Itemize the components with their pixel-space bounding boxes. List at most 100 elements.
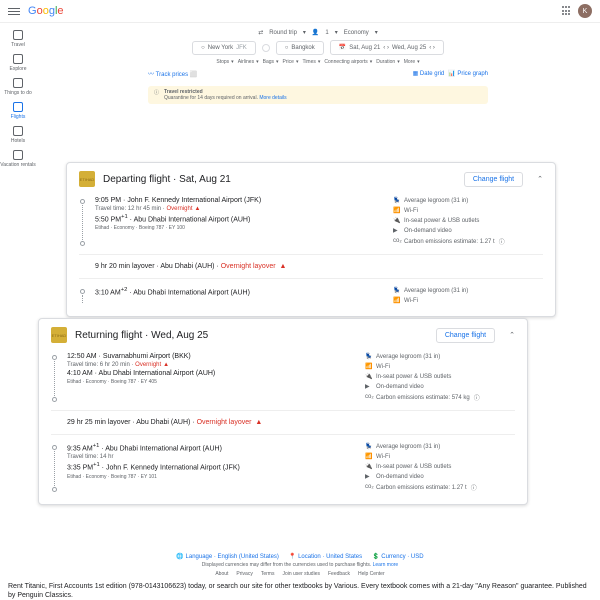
learn-more-link[interactable]: Learn more — [373, 562, 399, 568]
travel-icon — [13, 30, 23, 40]
wifi-icon: 📶 — [365, 453, 372, 460]
currency-link[interactable]: 💲 Currency · USD — [372, 553, 423, 560]
overnight-label: Overnight — [166, 206, 192, 212]
change-flight-button[interactable]: Change flight — [464, 172, 523, 187]
feedback-link[interactable]: Feedback — [328, 571, 350, 577]
person-icon: 👤 — [312, 29, 319, 36]
swap-horiz-icon: ⇄ — [258, 29, 263, 36]
arrive-time: 5:50 PM — [95, 216, 121, 223]
travel-time: Travel time: 12 hr 45 min — [95, 206, 161, 212]
card-title: Returning flight · Wed, Aug 25 — [75, 330, 208, 341]
depart-airport: John F. Kennedy International Airport (J… — [127, 197, 261, 204]
date-input[interactable]: 📅 Sat, Aug 21 ‹ › Wed, Aug 25 ‹ › — [330, 40, 444, 55]
sidebar-item-things[interactable]: Things to do — [0, 75, 36, 99]
arrive-time: 4:10 AM — [67, 370, 93, 377]
sidebar-label: Travel — [11, 42, 25, 48]
power-icon: 🔌 — [365, 373, 372, 380]
travel-time: Travel time: 6 hr 20 min — [67, 362, 130, 368]
sidebar-label: Vacation rentals — [0, 162, 35, 168]
travel-time: Travel time: 14 hr — [67, 454, 113, 460]
depart-time: 3:10 AM — [95, 289, 121, 296]
chip-duration[interactable]: Duration ▾ — [376, 59, 399, 65]
depart-airport: Abu Dhabi International Airport (AUH) — [105, 445, 222, 452]
disclaimer: Displayed currencies may differ from the… — [202, 562, 371, 568]
track-prices[interactable]: 〰 Track prices ⬜ — [148, 69, 197, 78]
terms-link[interactable]: Terms — [261, 571, 275, 577]
notice-more-link[interactable]: More details — [259, 95, 286, 101]
sidebar: Travel Explore Things to do Flights Hote… — [0, 23, 36, 171]
video-icon: ▶ — [365, 383, 372, 390]
chip-airlines[interactable]: Airlines ▾ — [238, 59, 259, 65]
departing-card: ETIHAD Departing flight · Sat, Aug 21 Ch… — [66, 162, 556, 317]
airline-logo: ETIHAD — [51, 327, 67, 343]
chevron-up-icon[interactable]: ⌃ — [509, 331, 515, 339]
warning-icon: ▲ — [280, 263, 287, 270]
return-date: Wed, Aug 25 — [392, 45, 426, 51]
card-title: Departing flight · Sat, Aug 21 — [103, 174, 231, 185]
amenities: 💺Average legroom (31 in) 📶Wi-Fi 🔌In-seat… — [393, 197, 543, 246]
menu-icon[interactable] — [8, 8, 20, 15]
chip-stops[interactable]: Stops ▾ — [216, 59, 233, 65]
chip-connecting[interactable]: Connecting airports ▾ — [324, 59, 372, 65]
price-graph-button[interactable]: 📊 Price graph — [448, 71, 488, 77]
wifi-icon: 📶 — [365, 363, 372, 370]
swap-button[interactable] — [262, 44, 270, 52]
google-logo[interactable]: Google — [28, 5, 64, 17]
dest-text: Bangkok — [291, 45, 314, 51]
about-link[interactable]: About — [215, 571, 228, 577]
filter-chips: Stops ▾ Airlines ▾ Bags ▾ Price ▾ Times … — [216, 59, 419, 65]
chip-bags[interactable]: Bags ▾ — [263, 59, 279, 65]
change-flight-button[interactable]: Change flight — [436, 328, 495, 343]
trip-type[interactable]: Round trip — [269, 30, 297, 36]
avatar[interactable]: K — [578, 4, 592, 18]
warning-icon: ▲ — [163, 362, 169, 368]
chip-times[interactable]: Times ▾ — [302, 59, 320, 65]
origin-code: JFK — [236, 45, 247, 51]
flight-meta: Etihad · Economy · Boeing 787 · EY 101 — [67, 474, 355, 480]
wifi-icon: 📶 — [393, 297, 400, 304]
arrive-time: 3:35 PM — [67, 465, 93, 472]
depart-date: Sat, Aug 21 — [349, 45, 380, 51]
returning-card: ETIHAD Returning flight · Wed, Aug 25 Ch… — [38, 318, 528, 505]
sidebar-item-vacation[interactable]: Vacation rentals — [0, 147, 36, 171]
date-grid-button[interactable]: ▦ Date grid — [413, 71, 445, 77]
video-icon: ▶ — [365, 473, 372, 480]
location-link[interactable]: 📍 Location · United States — [289, 553, 362, 560]
seat-icon: 💺 — [393, 287, 400, 294]
sidebar-item-hotels[interactable]: Hotels — [0, 123, 36, 147]
travel-notice: ⓘ Travel restrictedQuarantine for 14 day… — [148, 86, 488, 104]
sidebar-label: Things to do — [4, 90, 32, 96]
chip-more[interactable]: More ▾ — [404, 59, 420, 65]
things-icon — [13, 78, 23, 88]
layover-row: 29 hr 25 min layover · Abu Dhabi (AUH) ·… — [51, 410, 515, 435]
chevron-up-icon[interactable]: ⌃ — [537, 175, 543, 183]
sidebar-item-explore[interactable]: Explore — [0, 51, 36, 75]
seat-icon: 💺 — [393, 197, 400, 204]
flights-icon — [13, 102, 23, 112]
chip-price[interactable]: Price ▾ — [283, 59, 299, 65]
cabin-class[interactable]: Economy — [344, 30, 369, 36]
amenities: 💺Average legroom (31 in) 📶Wi-Fi 🔌In-seat… — [365, 443, 515, 492]
passenger-count[interactable]: 1 — [325, 30, 328, 36]
dest-input[interactable]: ○ Bangkok — [276, 41, 324, 55]
flight-meta: Etihad · Economy · Boeing 787 · EY 405 — [67, 379, 355, 385]
studies-link[interactable]: Join user studies — [282, 571, 320, 577]
origin-input[interactable]: ○ New York JFK — [192, 41, 256, 55]
header: Google K — [0, 0, 600, 23]
warning-icon: ▲ — [255, 419, 262, 426]
origin-text: New York — [208, 45, 233, 51]
airline-logo: ETIHAD — [79, 171, 95, 187]
warning-icon: ▲ — [195, 206, 201, 212]
arrive-airport: Abu Dhabi International Airport (AUH) — [99, 370, 216, 377]
language-link[interactable]: 🌐 Language · English (United States) — [176, 553, 279, 560]
sidebar-label: Explore — [10, 66, 27, 72]
depart-airport: Suvarnabhumi Airport (BKK) — [103, 353, 191, 360]
apps-icon[interactable] — [562, 6, 572, 16]
notice-sub: Quarantine for 14 days required on arriv… — [164, 95, 258, 101]
privacy-link[interactable]: Privacy — [236, 571, 252, 577]
sidebar-item-flights[interactable]: Flights — [0, 99, 36, 123]
video-icon: ▶ — [393, 227, 400, 234]
sidebar-item-travel[interactable]: Travel — [0, 27, 36, 51]
help-link[interactable]: Help Center — [358, 571, 385, 577]
depart-time: 9:05 PM — [95, 197, 121, 204]
